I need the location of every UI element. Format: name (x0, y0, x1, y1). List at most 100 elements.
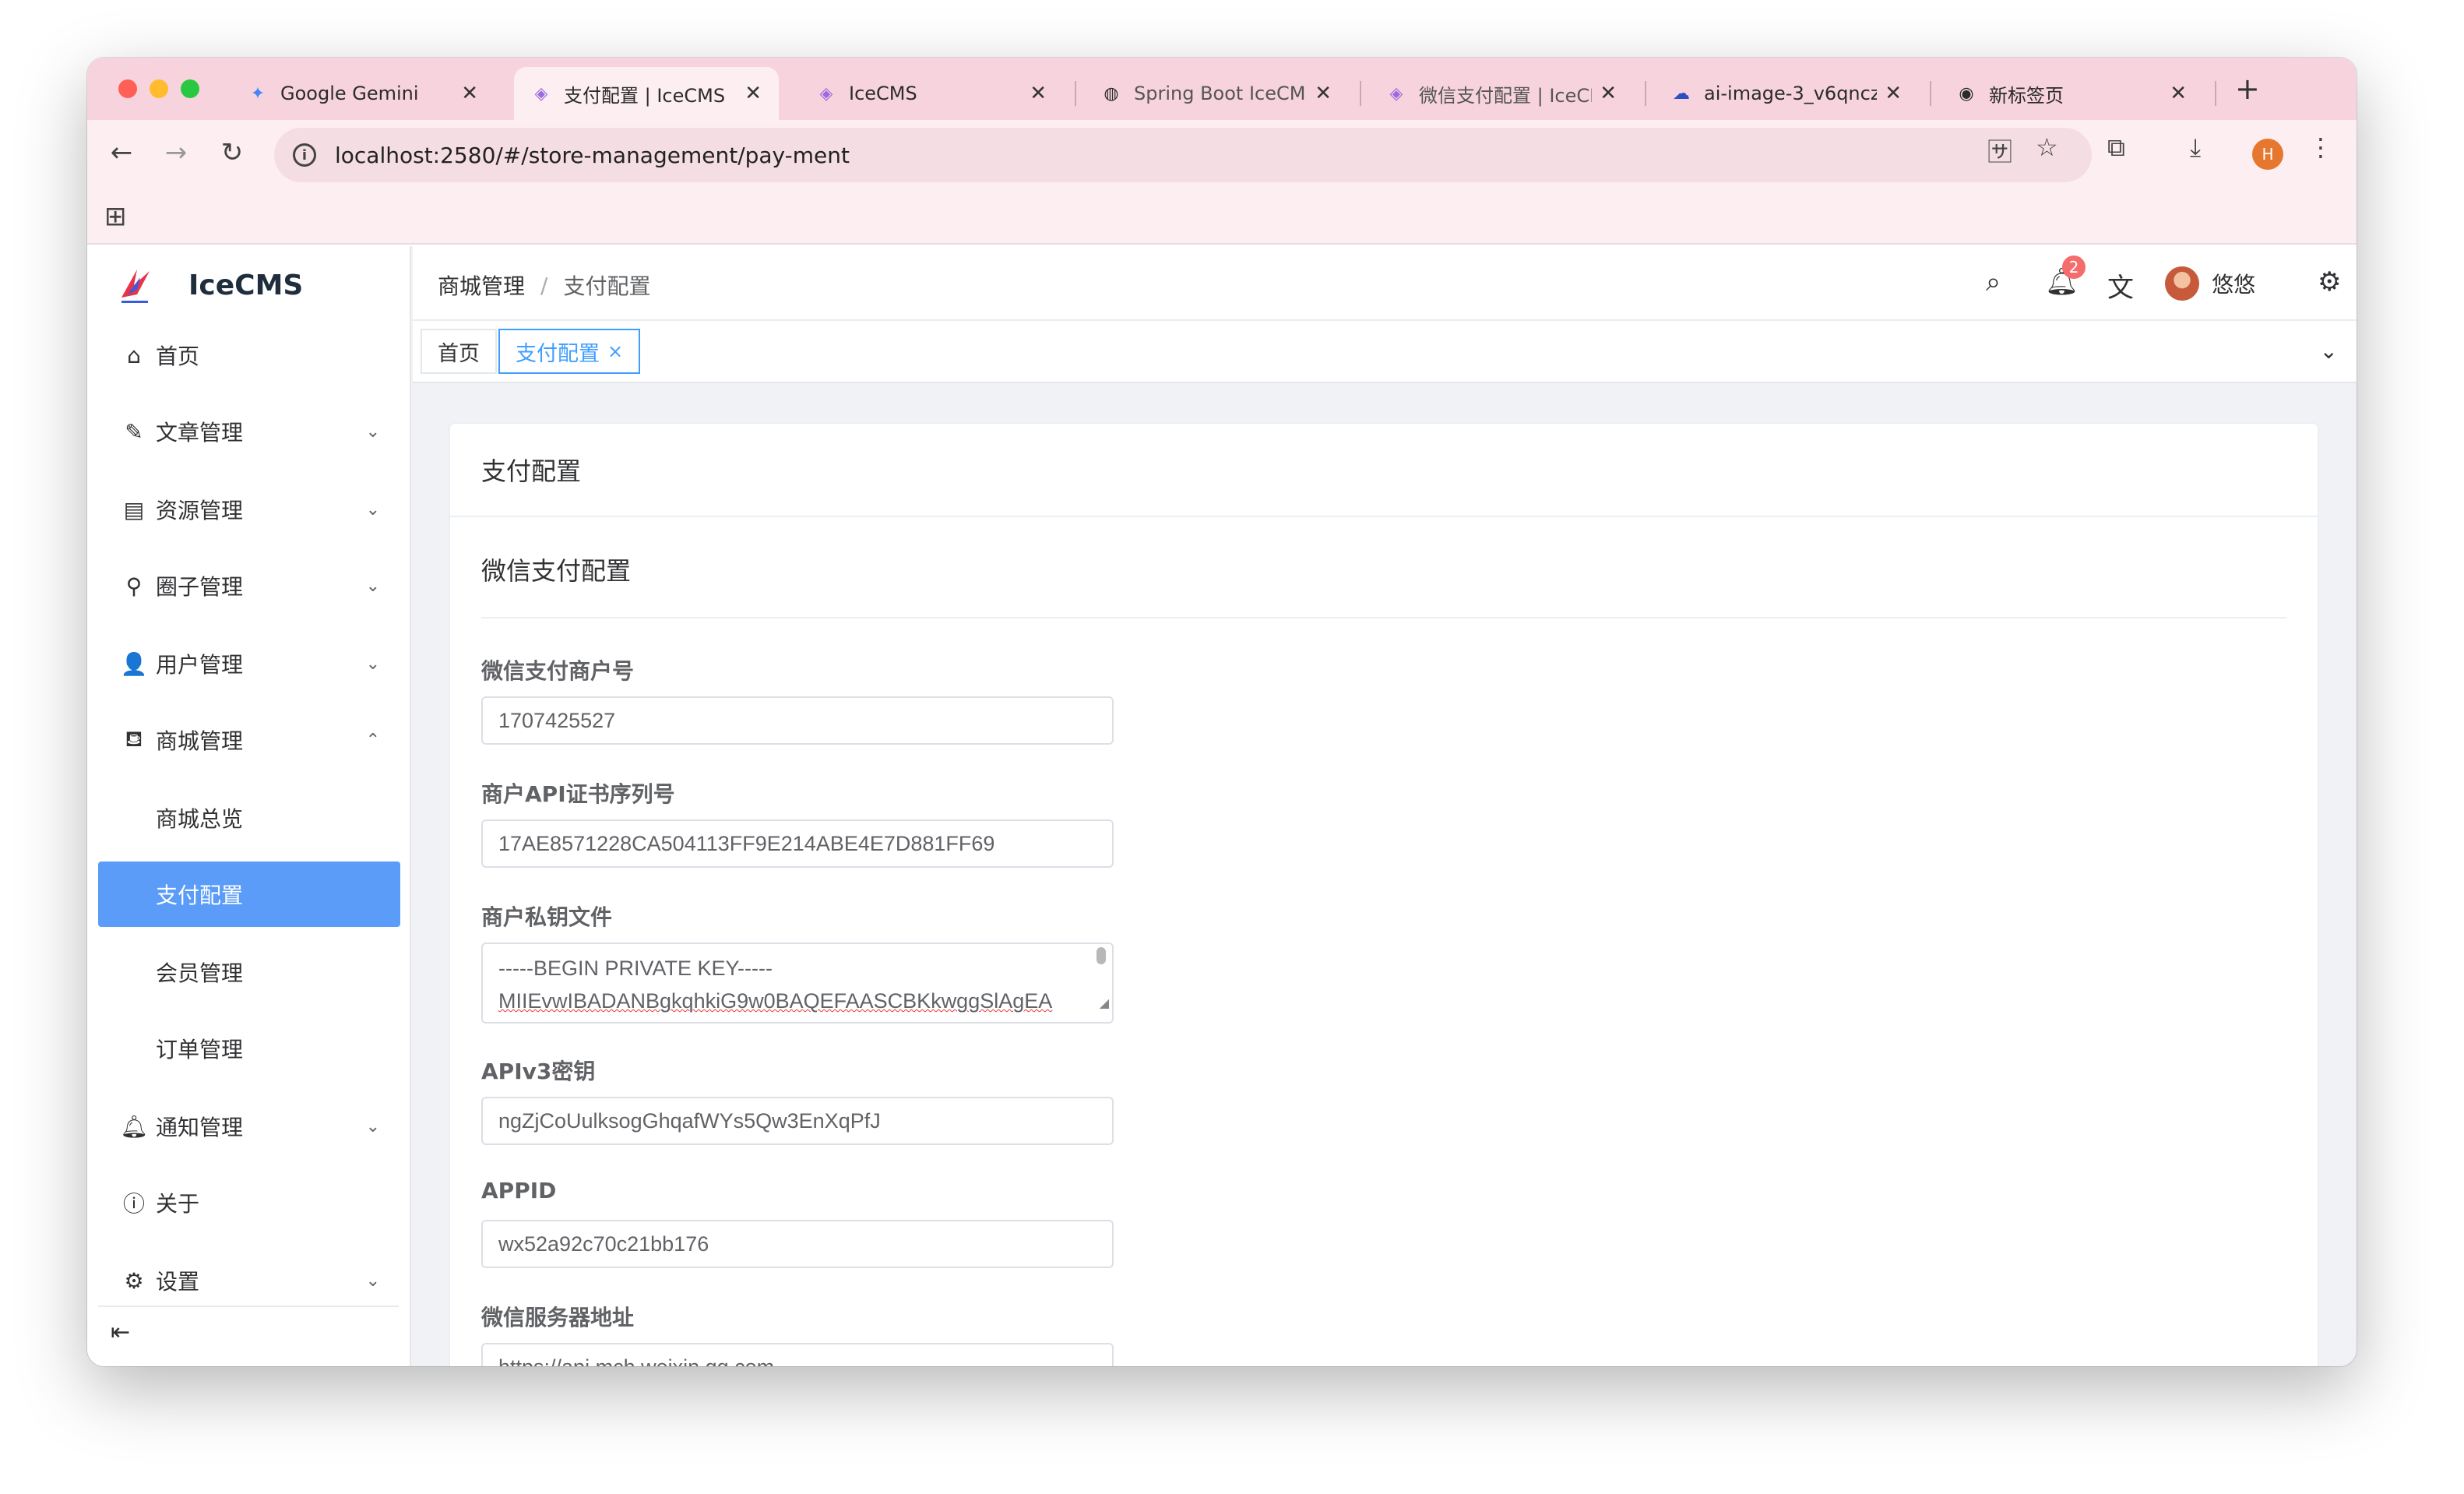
username[interactable]: 悠悠 (2212, 268, 2255, 299)
tag-payment-config[interactable]: 支付配置 × (498, 329, 641, 374)
browser-tab-icecms[interactable]: ◈ IceCMS ✕ (799, 67, 1064, 120)
browser-tab-ai-image[interactable]: ☁ ai-image-3_v6qncz ✕ (1654, 67, 1919, 120)
bookmark-star-icon[interactable]: ☆ (2036, 132, 2058, 162)
chevron-down-icon[interactable]: ⌄ (2320, 338, 2338, 364)
apiv3-key-label: APIv3密钥 (481, 1059, 596, 1084)
resource-icon: ▤ (123, 496, 145, 523)
language-icon[interactable]: 文 (2107, 266, 2134, 305)
sidebar-item-home[interactable]: ⌂ 首页 (98, 322, 400, 388)
close-tag-icon[interactable]: × (607, 340, 623, 362)
card-header: 支付配置 (450, 424, 2318, 517)
sidebar-item-store[interactable]: ⛾ 商城管理 ⌃ (98, 707, 400, 773)
sidebar-item-settings[interactable]: ⚙ 设置 ⌄ (98, 1248, 400, 1313)
user-icon: 👤 (120, 650, 148, 677)
chevron-down-icon: ⌄ (365, 1270, 380, 1291)
browser-tab-wechat-pay[interactable]: ◈ 微信支付配置 | IceCM ✕ (1369, 67, 1634, 120)
wechat-server-input[interactable]: https://api.mch.weixin.qq.com (481, 1343, 1114, 1366)
bookmark-bar: ⊞ (87, 189, 2357, 245)
back-icon[interactable]: ← (104, 137, 139, 168)
avatar[interactable] (2165, 266, 2199, 301)
tab-title: 微信支付配置 | IceCM (1419, 84, 1593, 107)
tag-home[interactable]: 首页 (421, 329, 497, 374)
sidebar-item-about[interactable]: ⓘ 关于 (98, 1170, 400, 1235)
private-key-textarea[interactable]: -----BEGIN PRIVATE KEY----- MIIEvwIBADAN… (481, 943, 1114, 1024)
close-tab-icon[interactable]: ✕ (2170, 82, 2187, 105)
breadcrumb-item-store[interactable]: 商城管理 (438, 270, 525, 301)
tab-search-icon[interactable]: ⧉ (2107, 132, 2125, 163)
wechat-server-value: https://api.mch.weixin.qq.com (498, 1355, 774, 1367)
close-tab-icon[interactable]: ✕ (1315, 82, 1332, 105)
browser-tab-gemini[interactable]: ✦ Google Gemini ✕ (231, 67, 495, 120)
maximize-window-button[interactable] (181, 79, 199, 98)
merchant-id-input[interactable]: 1707425527 (481, 696, 1114, 745)
sidebar-item-orders[interactable]: 订单管理 (98, 1016, 400, 1081)
site-info-icon[interactable]: i (293, 143, 316, 167)
cert-serial-input[interactable]: 17AE8571228CA504113FF9E214ABE4E7D881FF69 (481, 819, 1114, 868)
tab-title: Google Gemini (280, 83, 419, 104)
icecms-logo-icon (121, 270, 150, 303)
payment-config-card: 支付配置 微信支付配置 微信支付商户号 1707425527 商户API证书序列… (449, 422, 2319, 1366)
collapse-sidebar-icon[interactable]: ⇤ (111, 1319, 130, 1346)
app-root: IceCMS ⌂ 首页 ✎ 文章管理 ⌄ ▤ 资源管理 ⌄ ⚲ 圈子管理 ⌄ 👤… (87, 246, 2357, 1366)
cert-serial-value: 17AE8571228CA504113FF9E214ABE4E7D881FF69 (498, 831, 995, 855)
sidebar-item-label: 商城管理 (156, 728, 244, 754)
sidebar-divider (98, 1305, 399, 1307)
download-icon[interactable]: ⤓ (2190, 132, 2201, 163)
settings-gear-icon[interactable]: ⚙ (2318, 266, 2341, 298)
store-icon: ⛾ (125, 725, 143, 752)
search-icon[interactable]: ⌕ (1986, 266, 2001, 298)
close-tab-icon[interactable]: ✕ (1600, 82, 1617, 105)
textarea-scrollbar[interactable] (1096, 947, 1106, 964)
sidebar-item-articles[interactable]: ✎ 文章管理 ⌄ (98, 399, 400, 464)
chevron-down-icon: ⌄ (365, 421, 380, 442)
icecms-icon: ◈ (1389, 83, 1403, 104)
merchant-id-label: 微信支付商户号 (481, 658, 635, 684)
sidebar-item-payment-config[interactable]: 支付配置 (98, 862, 400, 927)
menu-dots-icon[interactable]: ⋮ (2308, 132, 2333, 162)
sidebar-item-notifications[interactable]: 🔔︎ 通知管理 ⌄ (98, 1094, 400, 1159)
sidebar-item-store-overview[interactable]: 商城总览 (98, 785, 400, 851)
tag-label: 首页 (438, 341, 480, 366)
close-window-button[interactable] (118, 79, 137, 98)
new-tab-icon[interactable]: + (2235, 72, 2260, 106)
sidebar-item-users[interactable]: 👤 用户管理 ⌄ (98, 631, 400, 696)
close-tab-icon[interactable]: ✕ (744, 82, 762, 105)
sidebar-item-label: 圈子管理 (156, 574, 244, 600)
app-logo[interactable]: IceCMS (114, 263, 303, 307)
private-key-line: -----BEGIN PRIVATE KEY----- (498, 957, 773, 980)
cert-serial-label: 商户API证书序列号 (481, 781, 675, 807)
browser-tab-springboot[interactable]: ◍ Spring Boot IceCMS ✕ (1084, 67, 1349, 120)
reload-icon[interactable]: ↻ (215, 137, 249, 168)
address-bar[interactable]: i localhost:2580/#/store-management/pay-… (274, 128, 2092, 182)
icecms-icon: ◈ (819, 83, 833, 104)
section-divider (481, 617, 2286, 618)
apiv3-key-input[interactable]: ngZjCoUulksogGhqafWYs5Qw3EnXqPfJ (481, 1097, 1114, 1145)
apps-grid-icon[interactable]: ⊞ (104, 201, 127, 232)
minimize-window-button[interactable] (150, 79, 168, 98)
translate-icon[interactable]: 🈂 (1987, 132, 2012, 168)
sidebar-item-label: 关于 (156, 1191, 200, 1217)
sidebar-item-resources[interactable]: ▤ 资源管理 ⌄ (98, 477, 400, 542)
close-tab-icon[interactable]: ✕ (461, 82, 478, 105)
sidebar-item-label: 支付配置 (156, 883, 244, 908)
tab-separator (1930, 81, 1931, 106)
section-title: 微信支付配置 (481, 556, 632, 586)
tab-title: ai-image-3_v6qncz (1704, 83, 1878, 104)
close-tab-icon[interactable]: ✕ (1885, 82, 1902, 105)
forward-icon[interactable]: → (159, 137, 193, 168)
gear-icon: ⚙ (124, 1267, 144, 1294)
browser-tab-newtab[interactable]: ◉ 新标签页 ✕ (1939, 67, 2204, 120)
tab-title: IceCMS (849, 83, 917, 104)
chevron-up-icon: ⌃ (365, 730, 380, 750)
resize-handle-icon[interactable]: ◢ (1100, 988, 1109, 1020)
sidebar-item-circles[interactable]: ⚲ 圈子管理 ⌄ (98, 553, 400, 618)
browser-tab-payment[interactable]: ◈ 支付配置 | IceCMS ✕ (514, 67, 779, 120)
sidebar-item-members[interactable]: 会员管理 (98, 939, 400, 1005)
top-navbar: 商城管理 / 支付配置 ⌕ 🔔︎ 2 文 悠悠 ⚙ (413, 246, 2357, 321)
bell-icon: 🔔︎ (120, 1113, 148, 1140)
appid-input[interactable]: wx52a92c70c21bb176 (481, 1220, 1114, 1268)
sidebar-item-label: 首页 (156, 344, 200, 369)
url-text[interactable]: localhost:2580/#/store-management/pay-me… (335, 143, 850, 168)
close-tab-icon[interactable]: ✕ (1030, 82, 1047, 105)
profile-avatar[interactable]: H (2252, 139, 2283, 170)
